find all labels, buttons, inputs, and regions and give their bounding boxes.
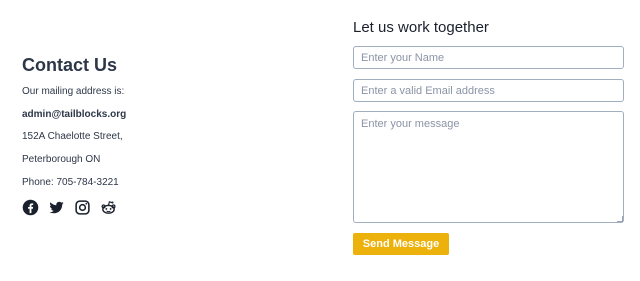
address-city: Peterborough ON — [22, 154, 101, 165]
email-input[interactable] — [353, 79, 624, 102]
resize-handle[interactable] — [617, 216, 623, 222]
social-links — [22, 199, 117, 216]
send-message-button[interactable]: Send Message — [353, 233, 449, 255]
contact-page: Contact Us Our mailing address is: admin… — [0, 0, 640, 281]
address-street: 152A Chaelotte Street, — [22, 131, 123, 142]
facebook-icon[interactable] — [22, 199, 39, 216]
form-title: Let us work together — [353, 19, 489, 36]
reddit-icon[interactable] — [100, 199, 117, 216]
message-textarea[interactable] — [353, 111, 624, 223]
mailing-label: Our mailing address is: — [22, 86, 125, 97]
instagram-icon[interactable] — [74, 199, 91, 216]
contact-title: Contact Us — [22, 55, 118, 75]
name-input[interactable] — [353, 46, 624, 69]
contact-email: admin@tailblocks.org — [22, 109, 127, 120]
twitter-icon[interactable] — [48, 199, 65, 216]
contact-phone: Phone: 705-784-3221 — [22, 177, 119, 188]
